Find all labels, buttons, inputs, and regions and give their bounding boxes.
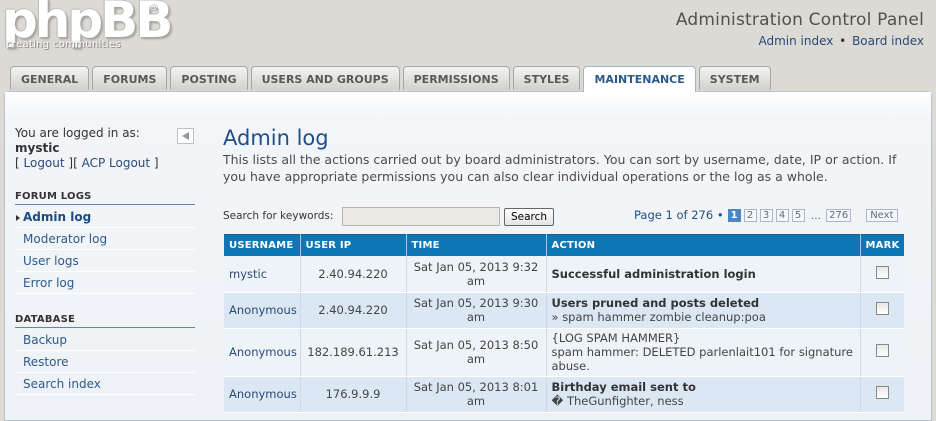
action-detail: » spam hammer zombie cleanup:poa (551, 310, 766, 324)
table-row: Anonymous 182.189.61.213 Sat Jan 05, 201… (224, 328, 904, 377)
row-user-ip: 2.40.94.220 (300, 292, 407, 329)
tab-styles[interactable]: STYLES (512, 66, 581, 90)
tab-permissions[interactable]: PERMISSIONS (402, 66, 510, 90)
menu-item-backup[interactable]: Backup (15, 330, 195, 351)
row-username: Anonymous (224, 292, 301, 329)
mark-checkbox[interactable] (875, 302, 889, 315)
row-action: Birthday email sent to � TheGunfighter, … (546, 376, 861, 413)
table-row: Anonymous 176.9.9.9 Sat Jan 05, 2013 8:0… (224, 376, 904, 413)
menu-heading-forum-logs: FORUM LOGS (15, 191, 195, 205)
tab-maintenance[interactable]: MAINTENANCE (583, 66, 696, 92)
link-separator: • (839, 34, 847, 48)
action-detail: {LOG SPAM HAMMER} spam hammer: DELETED p… (551, 331, 854, 373)
table-row: Anonymous 2.40.94.220 Sat Jan 05, 2013 9… (224, 292, 904, 329)
row-time: Sat Jan 05, 2013 9:32 am (406, 256, 547, 293)
bracket-close: ] (150, 156, 159, 170)
search-button[interactable]: Search (504, 208, 554, 226)
row-mark (860, 328, 904, 377)
tab-posting[interactable]: POSTING (170, 66, 248, 90)
row-action: {LOG SPAM HAMMER} spam hammer: DELETED p… (546, 328, 861, 377)
menu-item-search-index[interactable]: Search index (15, 374, 195, 395)
column-header-action[interactable]: ACTION (546, 234, 861, 256)
page-title: Admin log (223, 126, 329, 150)
column-header-mark: MARK (860, 234, 904, 256)
logout-links: [ Logout ][ ACP Logout ] (15, 156, 159, 170)
tab-general[interactable]: GENERAL (10, 66, 90, 90)
row-user-ip: 176.9.9.9 (300, 376, 407, 413)
row-action: Users pruned and posts deleted » spam ha… (546, 292, 861, 329)
action-title: Users pruned and posts deleted (551, 296, 760, 310)
tab-users-and-groups[interactable]: USERS AND GROUPS (250, 66, 400, 90)
action-title: Birthday email sent to (551, 380, 696, 394)
acp-title: Administration Control Panel (675, 10, 924, 30)
menu-item-error-log[interactable]: Error log (15, 273, 195, 294)
admin-log-table: USERNAME USER IP TIME ACTION MARK mystic… (224, 234, 904, 413)
page-2[interactable]: 2 (743, 208, 757, 222)
row-time: Sat Jan 05, 2013 9:30 am (406, 292, 547, 329)
page-1[interactable]: 1 (727, 208, 741, 222)
action-title: Successful administration login (551, 266, 756, 281)
row-action: Successful administration login (546, 256, 861, 293)
page-3[interactable]: 3 (759, 208, 773, 222)
menu-heading-database: DATABASE (15, 314, 195, 328)
search-label: Search for keywords: (223, 210, 334, 222)
mark-checkbox[interactable] (875, 386, 889, 399)
row-username: Anonymous (224, 328, 301, 377)
admin-index-link[interactable]: Admin index (758, 34, 833, 48)
row-username[interactable]: mystic (224, 256, 301, 293)
logged-in-label: You are logged in as: (15, 126, 140, 140)
bracket-open: [ (15, 156, 24, 170)
menu-item-admin-log[interactable]: Admin log (15, 207, 195, 228)
search-keywords-input[interactable] (342, 207, 500, 226)
page-5[interactable]: 5 (791, 208, 805, 222)
action-detail: � TheGunfighter, ness (551, 394, 684, 408)
column-header-user-ip[interactable]: USER IP (300, 234, 407, 256)
tab-forums[interactable]: FORUMS (92, 66, 168, 90)
bracket-mid: ][ (64, 156, 82, 170)
page-last[interactable]: 276 (826, 208, 852, 222)
next-page-button[interactable]: Next (866, 208, 898, 222)
menu-item-moderator-log[interactable]: Moderator log (15, 229, 195, 250)
column-header-username[interactable]: USERNAME (224, 234, 301, 256)
acp-logout-link[interactable]: ACP Logout (82, 156, 151, 170)
collapse-menu-arrow-icon[interactable] (177, 128, 194, 144)
logo-registered-mark: ® (148, 2, 158, 13)
row-mark (860, 256, 904, 293)
mark-checkbox[interactable] (875, 265, 889, 279)
column-header-time[interactable]: TIME (406, 234, 547, 256)
logout-link[interactable]: Logout (24, 156, 65, 170)
row-mark (860, 292, 904, 329)
menu-item-user-logs[interactable]: User logs (15, 251, 195, 272)
page-count-text: Page 1 of 276 • (634, 208, 724, 222)
logo-tagline: creating communities (6, 39, 121, 50)
page-4[interactable]: 4 (775, 208, 789, 222)
menu-item-restore[interactable]: Restore (15, 352, 195, 373)
pagination: Page 1 of 276 • 1 2 3 4 5 ... 276 Next (634, 208, 901, 222)
mark-checkbox[interactable] (875, 344, 889, 357)
main-tabs: GENERAL FORUMS POSTING USERS AND GROUPS … (10, 66, 774, 92)
table-row: mystic 2.40.94.220 Sat Jan 05, 2013 9:32… (224, 256, 904, 293)
board-index-link[interactable]: Board index (852, 34, 924, 48)
page-ellipsis: ... (810, 208, 822, 222)
row-time: Sat Jan 05, 2013 8:50 am (406, 328, 547, 377)
row-mark (860, 376, 904, 413)
phpbb-logo[interactable]: phpBB ® creating communities (2, 0, 173, 58)
header-links: Admin index • Board index (758, 34, 924, 48)
table-header-row: USERNAME USER IP TIME ACTION MARK (224, 234, 904, 256)
logged-in-username: mystic (15, 141, 60, 155)
row-time: Sat Jan 05, 2013 8:01 am (406, 376, 547, 413)
tab-system[interactable]: SYSTEM (698, 66, 771, 90)
row-username: Anonymous (224, 376, 301, 413)
page-description: This lists all the actions carried out b… (223, 152, 897, 184)
row-user-ip: 2.40.94.220 (300, 256, 407, 293)
row-user-ip: 182.189.61.213 (300, 328, 407, 377)
